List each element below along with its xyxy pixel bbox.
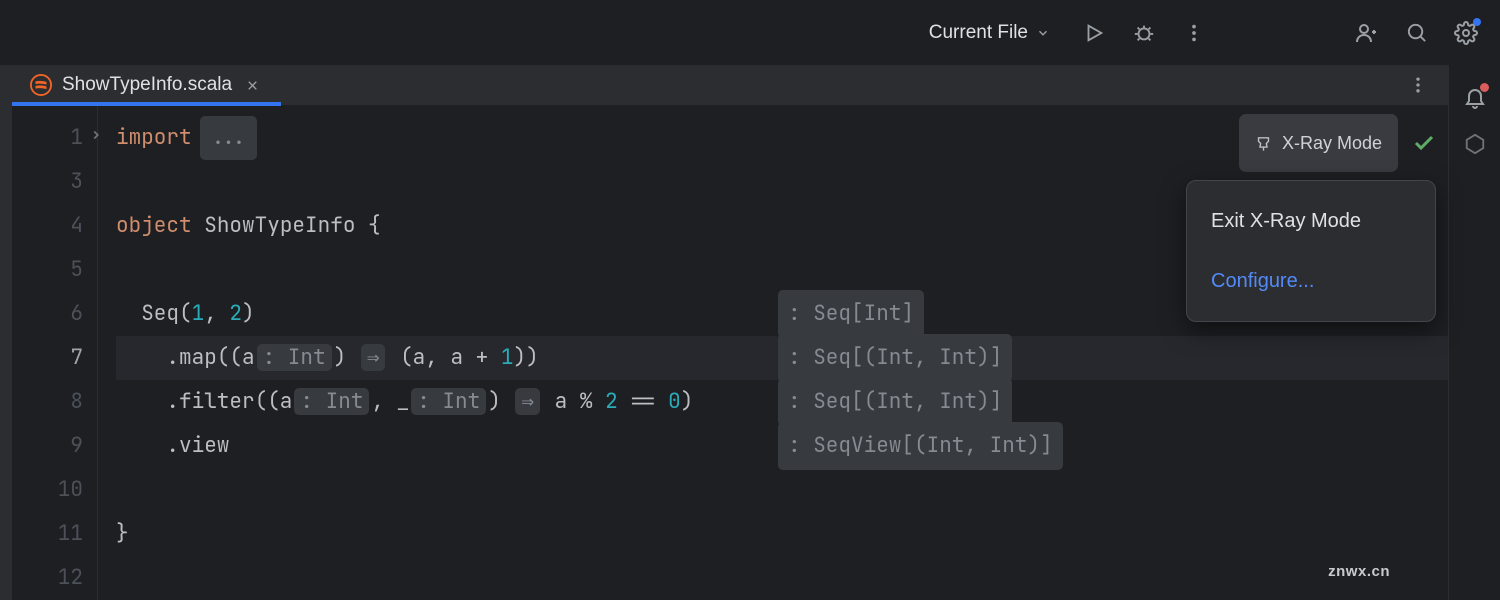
line-number: 10 xyxy=(12,468,83,512)
settings-button[interactable] xyxy=(1446,13,1486,53)
configure-xray-item[interactable]: Configure... xyxy=(1187,251,1435,311)
line-number: 5 xyxy=(12,248,83,292)
editor-tabs: ShowTypeInfo.scala xyxy=(12,65,1448,106)
code-line xyxy=(116,556,1448,600)
right-tool-strip xyxy=(1448,65,1500,600)
check-icon xyxy=(1412,131,1436,155)
xray-label: X-Ray Mode xyxy=(1282,121,1382,165)
add-user-icon xyxy=(1354,21,1378,45)
run-config-selector[interactable]: Current File xyxy=(915,16,1064,50)
tab-more-button[interactable] xyxy=(1398,65,1438,105)
left-tool-strip xyxy=(0,65,12,600)
code-line: } xyxy=(116,512,1448,556)
param-hint: : Int xyxy=(411,388,486,415)
notification-dot xyxy=(1480,83,1489,92)
folded-region[interactable]: ... xyxy=(200,116,258,160)
run-config-label: Current File xyxy=(929,22,1028,44)
line-number: 9 xyxy=(12,424,83,468)
close-tab-button[interactable] xyxy=(242,75,263,96)
chevron-down-icon xyxy=(1036,26,1050,40)
param-hint: : Int xyxy=(294,388,369,415)
search-button[interactable] xyxy=(1396,13,1436,53)
line-number: 6 xyxy=(12,292,83,336)
more-actions-button[interactable] xyxy=(1174,13,1214,53)
line-number: 8 xyxy=(12,380,83,424)
top-toolbar: Current File xyxy=(0,0,1500,65)
code-line xyxy=(116,468,1448,512)
arrow-hint: ⇒ xyxy=(361,344,386,371)
debug-button[interactable] xyxy=(1124,13,1164,53)
scala-file-icon xyxy=(30,74,52,96)
code-with-me-button[interactable] xyxy=(1346,13,1386,53)
pin-icon xyxy=(1255,135,1272,152)
code-editor[interactable]: 1 3 4 5 6 7 8 9 10 11 12 import... o xyxy=(12,106,1448,600)
type-hint: : Seq[(Int, Int)] xyxy=(778,334,1012,382)
type-hint: : Seq[(Int, Int)] xyxy=(778,378,1012,426)
editor-status-widgets: X-Ray Mode xyxy=(1239,114,1436,172)
line-gutter: 1 3 4 5 6 7 8 9 10 11 12 xyxy=(12,106,98,600)
right-panel-slot[interactable] xyxy=(1464,133,1486,155)
close-icon xyxy=(246,79,259,92)
notifications-button[interactable] xyxy=(1463,85,1487,109)
line-number: 12 xyxy=(12,556,83,600)
line-number: 4 xyxy=(12,204,83,248)
file-tab[interactable]: ShowTypeInfo.scala xyxy=(12,65,281,105)
code-line: .view: SeqView[(Int, Int)] xyxy=(116,424,1448,468)
more-vertical-icon xyxy=(1183,22,1205,44)
param-hint: : Int xyxy=(257,344,332,371)
run-button[interactable] xyxy=(1074,13,1114,53)
more-vertical-icon xyxy=(1408,75,1428,95)
line-number: 1 xyxy=(12,116,83,160)
line-number: 7 xyxy=(12,336,83,380)
xray-mode-button[interactable]: X-Ray Mode xyxy=(1239,114,1398,172)
code-line: .map((a: Int) ⇒ (a, a + 1)): Seq[(Int, I… xyxy=(116,336,1448,380)
arrow-hint: ⇒ xyxy=(515,388,540,415)
code-line: .filter((a: Int, _: Int) ⇒ a % 2 == 0): … xyxy=(116,380,1448,424)
type-hint: : Seq[Int] xyxy=(778,290,924,338)
exit-xray-item[interactable]: Exit X-Ray Mode xyxy=(1187,191,1435,251)
tab-filename: ShowTypeInfo.scala xyxy=(62,74,232,96)
settings-update-dot xyxy=(1473,18,1481,26)
line-number: 11 xyxy=(12,512,83,556)
play-icon xyxy=(1083,22,1105,44)
inspection-status[interactable] xyxy=(1412,131,1436,155)
bug-icon xyxy=(1133,22,1155,44)
watermark: znwx.cn xyxy=(1328,550,1390,594)
type-hint: : SeqView[(Int, Int)] xyxy=(778,422,1063,470)
hexagon-icon xyxy=(1464,133,1486,155)
search-icon xyxy=(1405,21,1428,44)
line-number: 3 xyxy=(12,160,83,204)
xray-popup-menu: Exit X-Ray Mode Configure... xyxy=(1186,180,1436,322)
code-area[interactable]: import... object ShowTypeInfo { Seq(1, 2… xyxy=(98,106,1448,600)
